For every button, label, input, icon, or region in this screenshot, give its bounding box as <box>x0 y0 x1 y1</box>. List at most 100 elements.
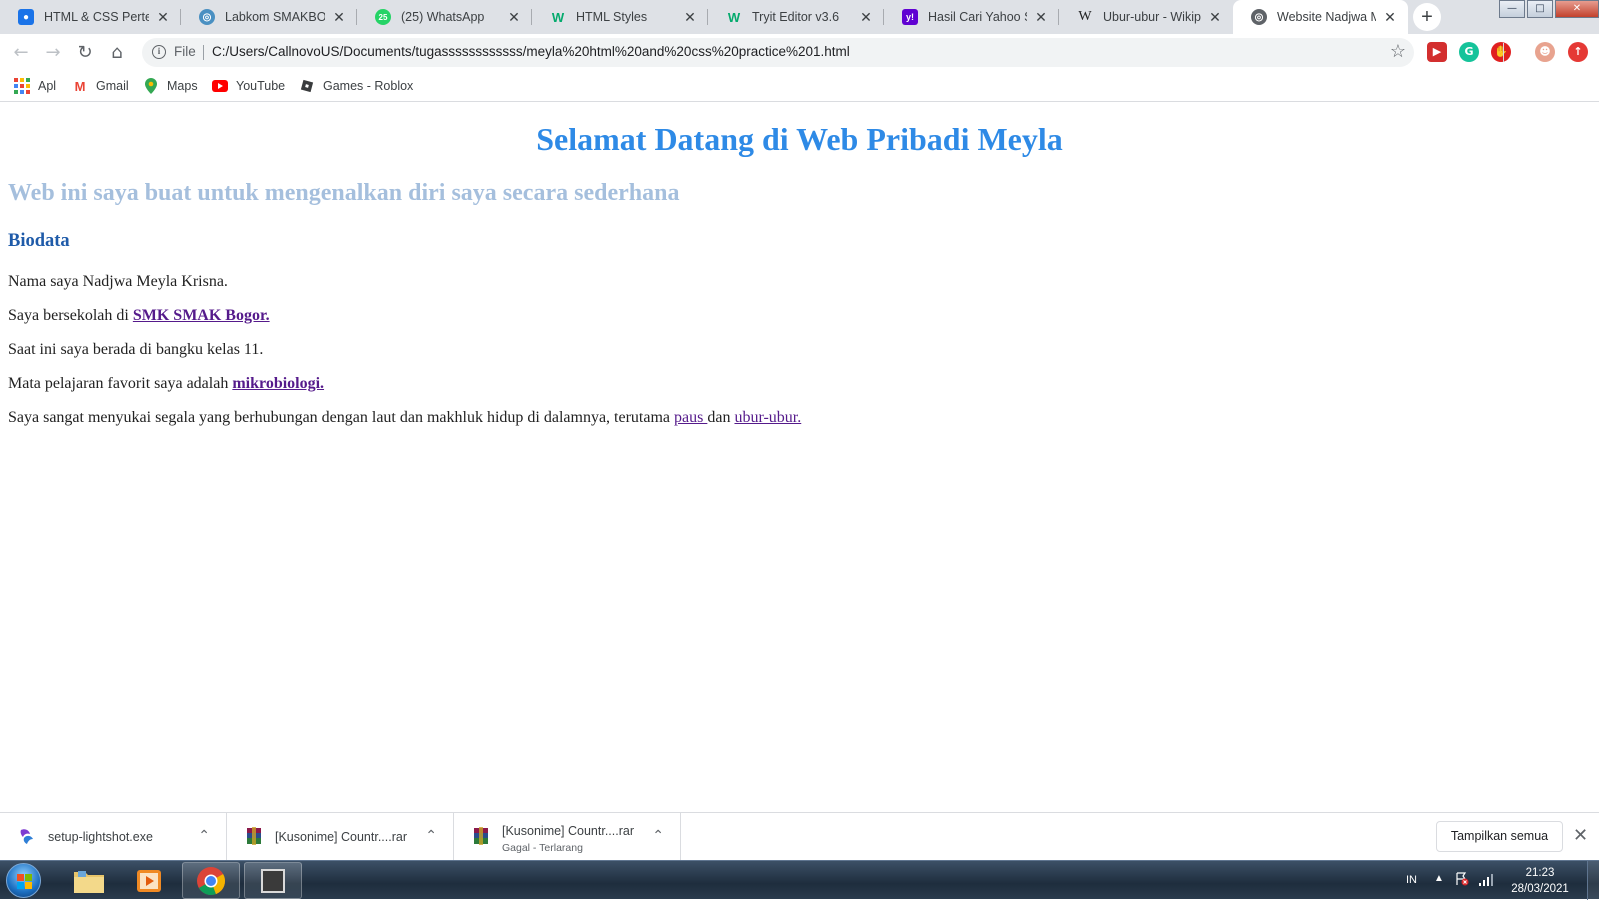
tab-label: HTML Styles <box>576 10 648 24</box>
close-icon[interactable]: ✕ <box>1573 825 1588 846</box>
minimize-button[interactable]: — <box>1499 0 1525 18</box>
close-icon[interactable]: ✕ <box>506 9 522 25</box>
chrome-icon <box>197 866 225 895</box>
close-icon[interactable]: ✕ <box>1207 9 1223 25</box>
tab-label: Website Nadjwa Me <box>1277 10 1376 24</box>
download-status: Gagal - Terlarang <box>502 842 583 854</box>
bookmark-star-icon[interactable]: ☆ <box>1390 41 1406 62</box>
yahoo-icon: y! <box>902 9 918 25</box>
tab-strip: ● HTML & CSS Pertem ✕ ◎ Labkom SMAKBO - … <box>0 0 1599 34</box>
apps-grid-icon <box>14 78 30 94</box>
bio-name: Nama saya Nadjwa Meyla Krisna. <box>8 273 228 290</box>
grammarly-icon[interactable]: G <box>1459 42 1479 62</box>
extension-red-icon[interactable]: ▶ <box>1427 42 1447 62</box>
installer-icon <box>18 827 36 845</box>
tray-expand-icon[interactable]: ▲ <box>1434 873 1444 912</box>
page-subtitle: Web ini saya buat untuk mengenalkan diri… <box>8 180 680 206</box>
bookmark-label: Games - Roblox <box>323 79 414 93</box>
close-window-button[interactable]: ✕ <box>1555 0 1599 18</box>
close-icon[interactable]: ✕ <box>858 9 874 25</box>
jellyfish-link[interactable]: ubur-ubur. <box>734 409 801 426</box>
extension-hand-icon[interactable]: ✋ <box>1491 42 1511 62</box>
close-icon[interactable]: ✕ <box>1382 9 1398 25</box>
omnibox-divider <box>203 45 204 60</box>
chevron-up-icon[interactable]: ⌃ <box>652 827 664 844</box>
bookmark-maps[interactable]: Maps <box>143 77 198 95</box>
network-signal-icon[interactable] <box>1478 873 1494 887</box>
bio-school: Saya bersekolah di SMK SMAK Bogor. <box>8 307 270 325</box>
bookmark-gmail[interactable]: M Gmail <box>72 77 129 95</box>
rar-archive-icon <box>245 827 263 845</box>
tab-label: Tryit Editor v3.6 <box>752 10 840 24</box>
maps-pin-icon <box>143 78 159 94</box>
show-desktop-button[interactable] <box>1587 861 1599 900</box>
download-filename: [Kusonime] Countr....rar <box>502 824 635 838</box>
tab-2[interactable]: 25 (25) WhatsApp ✕ <box>357 0 532 34</box>
close-icon[interactable]: ✕ <box>155 9 171 25</box>
classroom-icon: ● <box>18 9 34 25</box>
window-controls: — □ ✕ <box>1497 0 1599 18</box>
close-icon[interactable]: ✕ <box>1033 9 1049 25</box>
taskbar-chrome[interactable] <box>182 862 240 899</box>
system-clock[interactable]: 21:23 28/03/2021 <box>1505 865 1575 897</box>
bio-subject: Mata pelajaran favorit saya adalah mikro… <box>8 375 324 393</box>
close-icon[interactable]: ✕ <box>682 9 698 25</box>
update-icon[interactable]: ↑ <box>1568 42 1588 62</box>
tab-3[interactable]: W HTML Styles ✕ <box>532 0 708 34</box>
action-center-flag-icon[interactable] <box>1455 872 1469 886</box>
download-filename: [Kusonime] Countr....rar <box>275 830 408 844</box>
tab-0[interactable]: ● HTML & CSS Pertem ✕ <box>0 0 181 34</box>
bookmark-roblox[interactable]: Games - Roblox <box>299 77 413 95</box>
new-tab-button[interactable]: + <box>1413 3 1441 31</box>
forward-icon[interactable]: → <box>41 41 65 65</box>
bookmark-label: Gmail <box>96 79 129 93</box>
subject-link[interactable]: mikrobiologi. <box>232 375 324 392</box>
tab-label: (25) WhatsApp <box>401 10 485 24</box>
tab-5[interactable]: y! Hasil Cari Yahoo Sea ✕ <box>884 0 1059 34</box>
bookmark-apps[interactable]: Apl <box>14 77 56 95</box>
url-text[interactable]: C:/Users/CallnovoUS/Documents/tugassssss… <box>212 44 850 59</box>
profile-avatar[interactable]: ☻ <box>1535 42 1555 62</box>
toolbar-divider <box>1503 43 1504 62</box>
reload-icon[interactable]: ↻ <box>73 41 97 65</box>
section-title: Biodata <box>8 231 70 251</box>
site-info-icon[interactable]: i <box>152 45 166 59</box>
tab-label: Ubur-ubur - Wikiped <box>1103 10 1201 24</box>
start-button[interactable] <box>6 863 41 898</box>
show-all-downloads-button[interactable]: Tampilkan semua <box>1436 821 1563 852</box>
bio-interest: Saya sangat menyukai segala yang berhubu… <box>8 409 801 427</box>
bookmarks-bar: Apl M Gmail Maps YouTube Games - Roblox <box>0 71 1599 102</box>
rar-archive-icon <box>472 827 490 845</box>
whale-link[interactable]: paus <box>674 409 707 426</box>
download-item[interactable]: [Kusonime] Countr....rar Gagal - Terlara… <box>454 813 681 861</box>
school-link[interactable]: SMK SMAK Bogor. <box>133 307 270 324</box>
media-player-icon <box>137 869 161 892</box>
chevron-up-icon[interactable]: ⌃ <box>425 827 437 844</box>
chevron-up-icon[interactable]: ⌃ <box>198 827 210 844</box>
taskbar-explorer[interactable] <box>60 862 118 899</box>
address-bar[interactable]: i File C:/Users/CallnovoUS/Documents/tug… <box>142 38 1414 67</box>
close-icon[interactable]: ✕ <box>331 9 347 25</box>
taskbar-media-player[interactable] <box>120 862 178 899</box>
taskbar-app[interactable] <box>244 862 302 899</box>
download-item[interactable]: setup-lightshot.exe ⌃ <box>0 813 227 861</box>
maximize-button[interactable]: □ <box>1527 0 1553 18</box>
tab-1[interactable]: ◎ Labkom SMAKBO - H ✕ <box>181 0 357 34</box>
gmail-icon: M <box>74 78 86 94</box>
bio-school-text: Saya bersekolah di <box>8 307 133 324</box>
w3schools-icon: W <box>551 9 565 25</box>
tab-4[interactable]: W Tryit Editor v3.6 ✕ <box>708 0 884 34</box>
folder-icon <box>74 870 104 893</box>
back-icon[interactable]: ← <box>9 41 33 65</box>
youtube-icon <box>212 78 228 94</box>
tab-active[interactable]: ◎ Website Nadjwa Me ✕ <box>1233 0 1408 34</box>
language-indicator[interactable]: IN <box>1406 874 1417 913</box>
home-icon[interactable]: ⌂ <box>105 41 129 65</box>
tab-6[interactable]: W Ubur-ubur - Wikiped ✕ <box>1059 0 1233 34</box>
download-shelf: setup-lightshot.exe ⌃ [Kusonime] Countr.… <box>0 812 1599 861</box>
w3schools-icon: W <box>727 9 741 25</box>
scheme-label: File <box>174 44 196 59</box>
download-filename: setup-lightshot.exe <box>48 830 153 844</box>
bookmark-youtube[interactable]: YouTube <box>212 77 285 95</box>
download-item[interactable]: [Kusonime] Countr....rar ⌃ <box>227 813 454 861</box>
